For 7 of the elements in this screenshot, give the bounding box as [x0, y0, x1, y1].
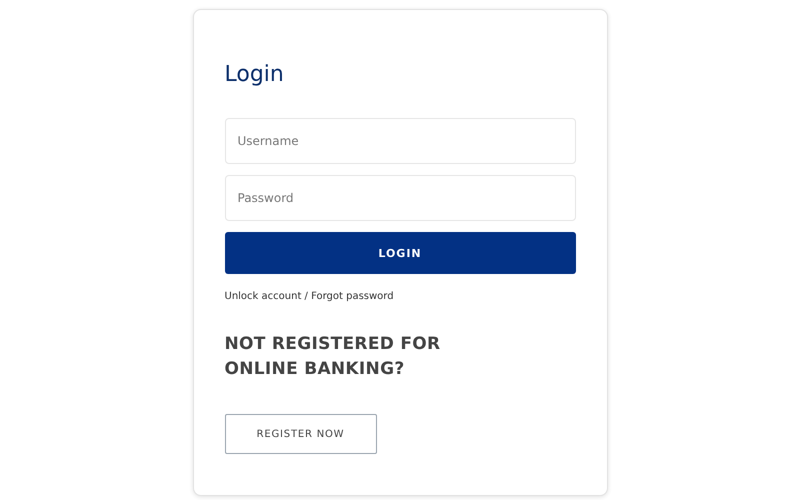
login-title: Login: [224, 61, 285, 89]
input-field[interactable]: Username: [224, 118, 576, 164]
input-field[interactable]: Password: [224, 175, 576, 221]
help-link[interactable]: Unlock account / Forgot password: [224, 291, 394, 302]
login-button[interactable]: LOGIN: [224, 232, 576, 274]
register-button[interactable]: REGISTER NOW: [224, 414, 376, 454]
register-heading: NOT REGISTERED FOR ONLINE BANKING?: [224, 333, 442, 381]
